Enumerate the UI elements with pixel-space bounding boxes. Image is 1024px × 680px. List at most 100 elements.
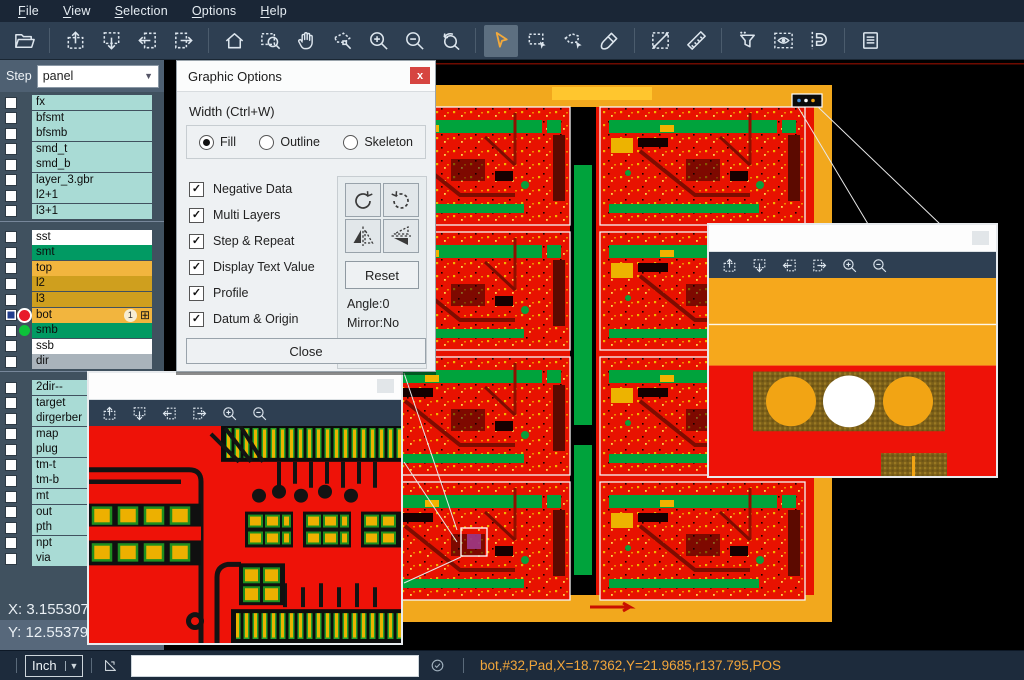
- layer-visibility-checkbox[interactable]: [5, 205, 17, 217]
- tool-box-arrow-down[interactable]: [749, 255, 769, 275]
- tool-filter[interactable]: [730, 25, 764, 57]
- layer-visibility-checkbox[interactable]: [5, 159, 17, 171]
- dialog-close-button[interactable]: x: [410, 67, 430, 84]
- checkbox-display-text-value[interactable]: ✓Display Text Value: [189, 254, 315, 280]
- layer-visibility-checkbox[interactable]: [5, 340, 17, 352]
- dialog-close-action-button[interactable]: Close: [186, 338, 426, 364]
- layer-name[interactable]: l3+1: [32, 204, 152, 219]
- tool-box-arrow-left[interactable]: [779, 255, 799, 275]
- layer-visibility-checkbox[interactable]: [5, 413, 17, 425]
- tool-zoom-in[interactable]: [839, 255, 859, 275]
- tool-select-cursor[interactable]: [484, 25, 518, 57]
- checkbox-profile[interactable]: ✓Profile: [189, 280, 315, 306]
- tool-zoom-polygon[interactable]: [325, 25, 359, 57]
- flip-horizontal-button[interactable]: [345, 219, 381, 253]
- layer-visibility-checkbox[interactable]: [5, 325, 17, 337]
- window-minimize-button[interactable]: [377, 379, 394, 393]
- layer-visibility-checkbox[interactable]: [5, 537, 17, 549]
- step-select[interactable]: panel ▼: [37, 65, 159, 88]
- dialog-title-bar[interactable]: Graphic Options x: [177, 61, 435, 92]
- tool-select-rect[interactable]: [520, 25, 554, 57]
- zoom-window-viewport[interactable]: [709, 278, 996, 476]
- layer-grid-icon[interactable]: ⊞: [140, 309, 150, 321]
- layer-name[interactable]: fx: [32, 95, 152, 110]
- layer-visibility-checkbox[interactable]: [5, 128, 17, 140]
- layer-visibility-checkbox[interactable]: [5, 97, 17, 109]
- menu-selection[interactable]: Selection: [103, 2, 180, 21]
- radio-fill[interactable]: Fill: [199, 135, 236, 150]
- layer-visibility-checkbox[interactable]: [5, 397, 17, 409]
- layer-visibility-checkbox[interactable]: [5, 356, 17, 368]
- tool-box-arrow-left[interactable]: [130, 25, 164, 57]
- tool-box-arrow-left[interactable]: [159, 403, 179, 423]
- tool-zoom-in[interactable]: [361, 25, 395, 57]
- layer-visibility-checkbox[interactable]: [5, 309, 17, 321]
- layer-visibility-checkbox[interactable]: [5, 231, 17, 243]
- zoom-window-bottom-left[interactable]: [87, 371, 403, 645]
- menu-help[interactable]: Help: [248, 2, 299, 21]
- sync-check-icon[interactable]: [429, 657, 446, 674]
- tool-box-arrow-down[interactable]: [129, 403, 149, 423]
- layer-name[interactable]: smd_b: [32, 157, 152, 172]
- radio-skeleton[interactable]: Skeleton: [343, 135, 413, 150]
- layer-visibility-checkbox[interactable]: [5, 491, 17, 503]
- tool-box-arrow-up[interactable]: [99, 403, 119, 423]
- layer-name[interactable]: bot1⊞: [32, 308, 152, 323]
- zoom-window-top-right[interactable]: [707, 223, 998, 478]
- layer-name[interactable]: bfsmt: [32, 111, 152, 126]
- tool-ruler[interactable]: [679, 25, 713, 57]
- layer-visibility-checkbox[interactable]: [5, 522, 17, 534]
- layer-name[interactable]: smb: [32, 323, 152, 338]
- tool-brush[interactable]: [592, 25, 626, 57]
- rotate-cw-button[interactable]: [345, 183, 381, 217]
- reset-button[interactable]: Reset: [345, 261, 419, 289]
- menu-file[interactable]: File: [6, 2, 51, 21]
- layer-name[interactable]: dir: [32, 354, 152, 369]
- zoom-window-title-bar[interactable]: [89, 373, 401, 400]
- tool-zoom-in[interactable]: [219, 403, 239, 423]
- tool-select-polygon[interactable]: [556, 25, 590, 57]
- tool-box-arrow-right[interactable]: [166, 25, 200, 57]
- tool-snap[interactable]: [802, 25, 836, 57]
- layer-name[interactable]: l2: [32, 276, 152, 291]
- layer-name[interactable]: smt: [32, 245, 152, 260]
- radio-outline[interactable]: Outline: [259, 135, 320, 150]
- layer-visibility-checkbox[interactable]: [5, 294, 17, 306]
- tool-box-arrow-up[interactable]: [58, 25, 92, 57]
- tool-report[interactable]: [853, 25, 887, 57]
- tool-box-arrow-up[interactable]: [719, 255, 739, 275]
- layer-visibility-checkbox[interactable]: [5, 190, 17, 202]
- layer-name[interactable]: smd_t: [32, 142, 152, 157]
- layer-visibility-checkbox[interactable]: [5, 278, 17, 290]
- zoom-window-title-bar[interactable]: [709, 225, 996, 252]
- layer-name[interactable]: l3: [32, 292, 152, 307]
- command-input[interactable]: [131, 655, 419, 677]
- window-minimize-button[interactable]: [972, 231, 989, 245]
- layer-visibility-checkbox[interactable]: [5, 247, 17, 259]
- layer-name[interactable]: bfsmb: [32, 126, 152, 141]
- layer-visibility-checkbox[interactable]: [5, 262, 17, 274]
- tool-view-box[interactable]: [766, 25, 800, 57]
- layer-visibility-checkbox[interactable]: [5, 112, 17, 124]
- checkbox-negative-data[interactable]: ✓Negative Data: [189, 176, 315, 202]
- layer-visibility-checkbox[interactable]: [5, 143, 17, 155]
- tool-box-arrow-right[interactable]: [809, 255, 829, 275]
- unit-select[interactable]: Inch ▼: [25, 655, 83, 677]
- layer-visibility-checkbox[interactable]: [5, 444, 17, 456]
- tool-folder-open[interactable]: [7, 25, 41, 57]
- tool-zoom-window[interactable]: [253, 25, 287, 57]
- tool-zoom-out[interactable]: [869, 255, 889, 275]
- layer-visibility-checkbox[interactable]: [5, 428, 17, 440]
- tool-zoom-previous[interactable]: [433, 25, 467, 57]
- layer-name[interactable]: ssb: [32, 339, 152, 354]
- layer-name[interactable]: top: [32, 261, 152, 276]
- tool-home[interactable]: [217, 25, 251, 57]
- rotate-ccw-button[interactable]: [383, 183, 419, 217]
- layer-visibility-checkbox[interactable]: [5, 506, 17, 518]
- tool-box-arrow-down[interactable]: [94, 25, 128, 57]
- menu-view[interactable]: View: [51, 2, 103, 21]
- checkbox-datum-origin[interactable]: ✓Datum & Origin: [189, 306, 315, 332]
- layer-active-indicator[interactable]: [19, 325, 30, 336]
- layer-visibility-checkbox[interactable]: [5, 553, 17, 565]
- checkbox-multi-layers[interactable]: ✓Multi Layers: [189, 202, 315, 228]
